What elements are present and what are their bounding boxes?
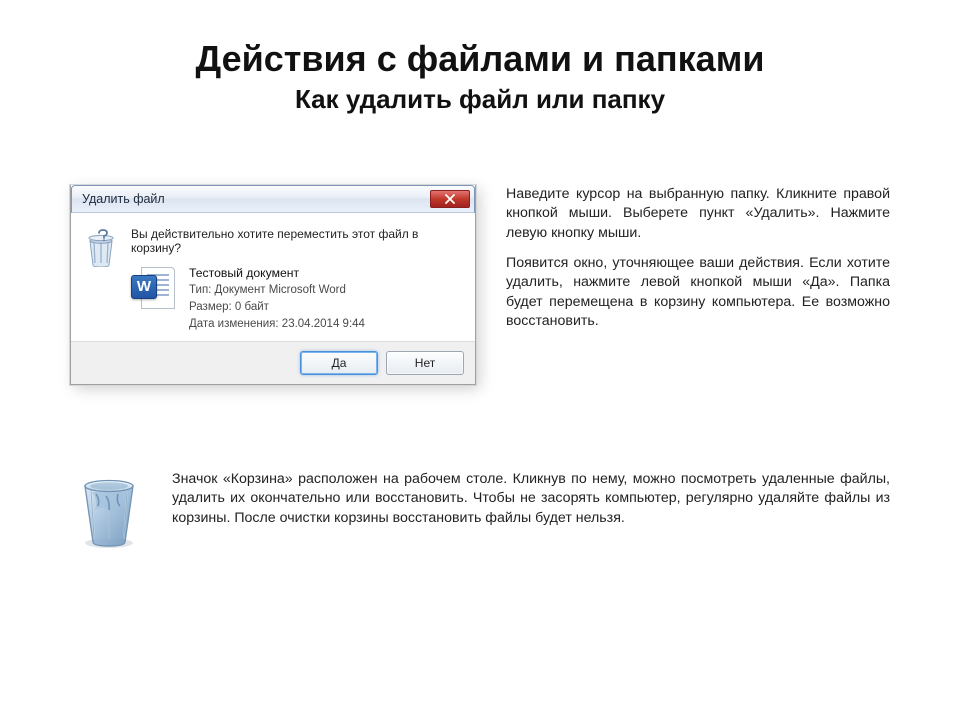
delete-file-dialog: Удалить файл Вы действительно хоти <box>70 185 476 385</box>
file-size: Размер: 0 байт <box>189 299 365 316</box>
instruction-paragraph-1: Наведите курсор на выбранную папку. Клик… <box>506 185 890 244</box>
dialog-title-text: Удалить файл <box>82 192 430 206</box>
recycle-bin-paragraph: Значок «Корзина» расположен на рабочем с… <box>172 470 890 529</box>
dialog-titlebar: Удалить файл <box>71 185 475 213</box>
instruction-paragraph-2: Появится окно, уточняющее ваши действия.… <box>506 254 890 332</box>
no-button[interactable]: Нет <box>386 351 464 375</box>
word-document-icon: W <box>131 265 177 311</box>
confirm-text: Вы действительно хотите переместить этот… <box>131 227 461 255</box>
file-type: Тип: Документ Microsoft Word <box>189 282 365 299</box>
page-subtitle: Как удалить файл или папку <box>70 84 890 115</box>
recycle-bin-icon <box>70 470 148 550</box>
close-icon <box>445 194 455 204</box>
file-metadata: Тестовый документ Тип: Документ Microsof… <box>189 265 365 333</box>
yes-button[interactable]: Да <box>300 351 378 375</box>
instructions-block: Наведите курсор на выбранную папку. Клик… <box>506 185 890 385</box>
recycle-question-icon <box>85 227 117 267</box>
file-date: Дата изменения: 23.04.2014 9:44 <box>189 316 365 333</box>
page-title: Действия с файлами и папками <box>70 40 890 78</box>
file-name: Тестовый документ <box>189 265 365 283</box>
close-button[interactable] <box>430 190 470 208</box>
dialog-button-bar: Да Нет <box>71 341 475 384</box>
